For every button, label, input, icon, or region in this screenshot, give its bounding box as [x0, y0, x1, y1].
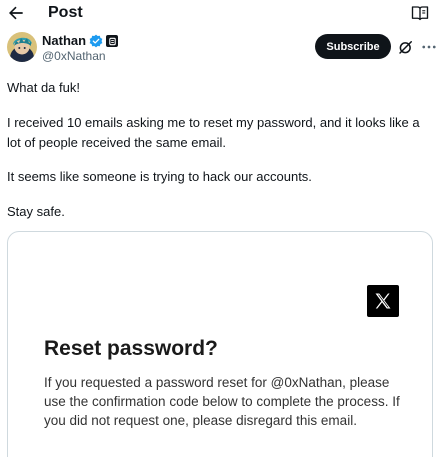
book-open-icon	[411, 6, 429, 21]
avatar[interactable]	[7, 32, 37, 62]
affiliate-badge-icon	[106, 35, 119, 47]
tweet-text-line: Stay safe.	[7, 204, 65, 219]
display-name[interactable]: Nathan	[42, 33, 86, 49]
grok-icon	[399, 41, 412, 54]
tweet-text-line: What da fuk!	[7, 80, 80, 95]
tweet-text-paragraph: I received 10 emails asking me to reset …	[7, 115, 420, 150]
x-logo-icon	[367, 285, 399, 317]
reader-mode-button[interactable]	[411, 4, 429, 22]
subscribe-button[interactable]: Subscribe	[315, 34, 391, 59]
email-heading: Reset password?	[44, 337, 218, 360]
more-options-button[interactable]	[420, 38, 438, 56]
tweet-text-line: It seems like someone is trying to hack …	[7, 169, 312, 184]
page-title: Post	[48, 4, 83, 21]
grok-button[interactable]	[397, 38, 415, 56]
email-body-text: If you requested a password reset for @0…	[44, 375, 400, 428]
tweet-media-image[interactable]: Reset password? If you requested a passw…	[7, 231, 433, 457]
verified-badge-icon	[89, 34, 103, 48]
author-row: Nathan @0xNathan Subscribe	[0, 30, 440, 66]
back-button[interactable]	[6, 3, 26, 23]
post-header: Post	[0, 0, 440, 26]
more-dots-icon	[422, 45, 436, 49]
name-line: Nathan	[42, 33, 119, 49]
arrow-left-icon	[9, 6, 23, 20]
user-handle[interactable]: @0xNathan	[42, 49, 106, 63]
